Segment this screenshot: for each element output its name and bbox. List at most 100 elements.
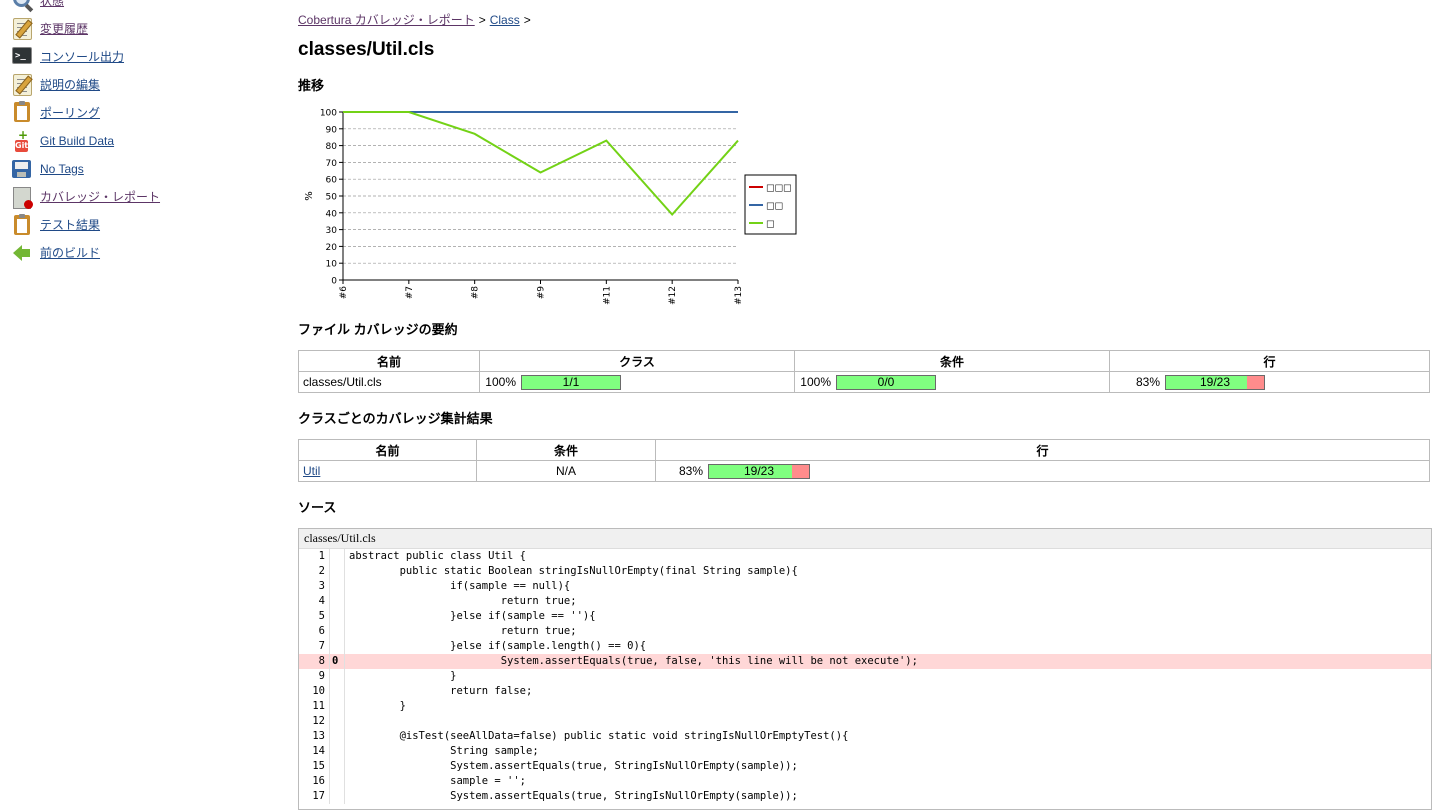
line-number: 10 <box>312 685 325 697</box>
code-text: }else if(sample == ''){ <box>349 610 596 622</box>
clipboard-icon <box>11 101 33 123</box>
condition-coverage-percent: 100% <box>800 375 831 389</box>
class-line-coverage-bar: 19/23 <box>708 463 810 479</box>
file-name-cell: classes/Util.cls <box>298 371 480 393</box>
condition-coverage-bar: 0/0 <box>836 374 936 390</box>
trend-heading: 推移 <box>298 78 325 93</box>
sidebar-item-label[interactable]: 状態 <box>40 0 64 9</box>
coverage-trend-chart: 0 10 20 30 40 50 60 70 80 90 100 #6 #7 #8 #9 #11 #12 #13%… <box>304 109 797 305</box>
notepad-icon <box>11 73 33 97</box>
code-text: return true; <box>349 625 577 637</box>
line-number: 5 <box>318 610 325 622</box>
code-text: @isTest(seeAllData=false) public static … <box>349 730 849 742</box>
y-tick-label: 60 <box>326 176 338 186</box>
y-tick-label: 80 <box>326 142 338 152</box>
class-line-coverage-cell: 83% 19/23 <box>655 460 1430 482</box>
y-tick-label: 0 <box>331 277 337 287</box>
class-coverage-percent: 100% <box>485 375 516 389</box>
class-coverage-bar: 1/1 <box>521 374 621 390</box>
line-number: 3 <box>318 580 325 592</box>
y-tick-label: 30 <box>326 226 338 236</box>
line-number: 4 <box>318 595 325 607</box>
x-tick-label: #12 <box>668 286 678 305</box>
column-header-line: 行 <box>1109 350 1430 372</box>
sidebar-item-previous-build[interactable]: 前のビルド <box>11 241 100 265</box>
hit-count: 0 <box>332 655 339 667</box>
legend-label: □□□ <box>766 184 792 194</box>
source-line: 6 return true; <box>299 624 1431 639</box>
line-number: 6 <box>318 625 325 637</box>
line-number: 16 <box>312 775 325 787</box>
breadcrumb-class-link[interactable]: Class <box>490 13 520 27</box>
breadcrumb: Cobertura カバレッジ・レポート > Class > <box>298 11 535 28</box>
disk-icon <box>11 158 33 180</box>
sidebar-item-console-output[interactable]: >_ コンソール出力 <box>11 44 124 68</box>
column-header-line: 行 <box>655 439 1430 461</box>
sidebar-item-changes[interactable]: 変更履歴 <box>11 16 88 41</box>
code-text: System.assertEquals(true, false, 'this l… <box>349 655 918 667</box>
sidebar-item-label[interactable]: コンソール出力 <box>40 48 124 65</box>
line-coverage-percent: 83% <box>1135 375 1160 389</box>
terminal-icon: >_ <box>11 45 33 67</box>
line-coverage-bar: 19/23 <box>1165 374 1265 390</box>
sidebar-item-label[interactable]: 変更履歴 <box>40 20 88 37</box>
code-text: System.assertEquals(true, StringIsNullOr… <box>349 790 798 802</box>
code-text: System.assertEquals(true, StringIsNullOr… <box>349 760 798 772</box>
source-line: 14 String sample; <box>299 744 1431 759</box>
sidebar-item-label[interactable]: カバレッジ・レポート <box>40 188 160 205</box>
condition-coverage-ratio: 0/0 <box>877 374 895 389</box>
sidebar-item-test-results[interactable]: テスト結果 <box>11 213 100 237</box>
back-arrow-icon <box>11 242 33 264</box>
code-text: } <box>349 670 457 682</box>
source-line: 13 @isTest(seeAllData=false) public stat… <box>299 729 1431 744</box>
line-number: 7 <box>318 640 325 652</box>
y-tick-label: 40 <box>326 209 338 219</box>
sidebar-item-coverage-report[interactable]: カバレッジ・レポート <box>11 185 160 209</box>
source-view: classes/Util.cls 1 abstract public class … <box>298 528 1432 810</box>
table-row: Util N/A 83% 19/23 <box>298 460 1430 482</box>
source-file-name: classes/Util.cls <box>299 529 1431 549</box>
code-text: String sample; <box>349 745 539 757</box>
line-coverage-ratio: 19/23 <box>1199 374 1231 389</box>
source-code-listing: 1 abstract public class Util {2 public st… <box>299 549 1431 804</box>
column-header-class: クラス <box>479 350 795 372</box>
sidebar-item-polling[interactable]: ポーリング <box>11 100 100 124</box>
column-header-condition: 条件 <box>794 350 1110 372</box>
sidebar-item-label[interactable]: Git Build Data <box>40 134 114 148</box>
sidebar-item-label[interactable]: 前のビルド <box>40 244 100 261</box>
code-text: }else if(sample.length() == 0){ <box>349 640 647 652</box>
line-number: 15 <box>312 760 325 772</box>
x-tick-label: #13 <box>734 286 744 305</box>
class-coverage-ratio: 1/1 <box>562 374 580 389</box>
line-number: 1 <box>318 550 325 562</box>
class-condition-cell: N/A <box>476 460 656 482</box>
sidebar-item-status[interactable]: 状態 <box>11 0 64 12</box>
sidebar-item-git-build-data[interactable]: + Git Git Build Data <box>11 129 114 153</box>
y-tick-label: 90 <box>326 125 338 135</box>
y-tick-label: 20 <box>326 243 338 253</box>
breadcrumb-root-link[interactable]: Cobertura カバレッジ・レポート <box>298 13 475 27</box>
sidebar-item-edit-description[interactable]: 説明の編集 <box>11 72 100 97</box>
class-coverage-table: 名前 条件 行 Util N/A 83% 19/23 <box>298 439 1430 482</box>
line-number: 12 <box>312 715 325 727</box>
class-line-coverage-percent: 83% <box>678 464 703 478</box>
sidebar-item-label[interactable]: テスト結果 <box>40 216 100 233</box>
sidebar-item-label[interactable]: ポーリング <box>40 104 100 121</box>
y-tick-label: 70 <box>326 159 338 169</box>
code-text: if(sample == null){ <box>349 580 571 592</box>
source-line: 5 }else if(sample == ''){ <box>299 609 1431 624</box>
series-line-2 <box>343 111 739 216</box>
sidebar-item-no-tags[interactable]: No Tags <box>11 157 84 181</box>
line-number: 8 <box>318 655 325 667</box>
sidebar-item-label[interactable]: 説明の編集 <box>40 76 100 93</box>
source-line: 11 } <box>299 699 1431 714</box>
class-link-util[interactable]: Util <box>303 464 320 478</box>
breadcrumb-separator: > <box>523 13 531 27</box>
clipboard-icon <box>11 213 33 236</box>
y-tick-label: 10 <box>326 260 338 270</box>
page-title: classes/Util.cls <box>298 39 435 60</box>
sidebar-item-label[interactable]: No Tags <box>40 162 84 176</box>
line-number: 14 <box>312 745 325 757</box>
class-line-coverage-ratio: 19/23 <box>743 463 775 478</box>
column-header-name: 名前 <box>298 350 480 372</box>
